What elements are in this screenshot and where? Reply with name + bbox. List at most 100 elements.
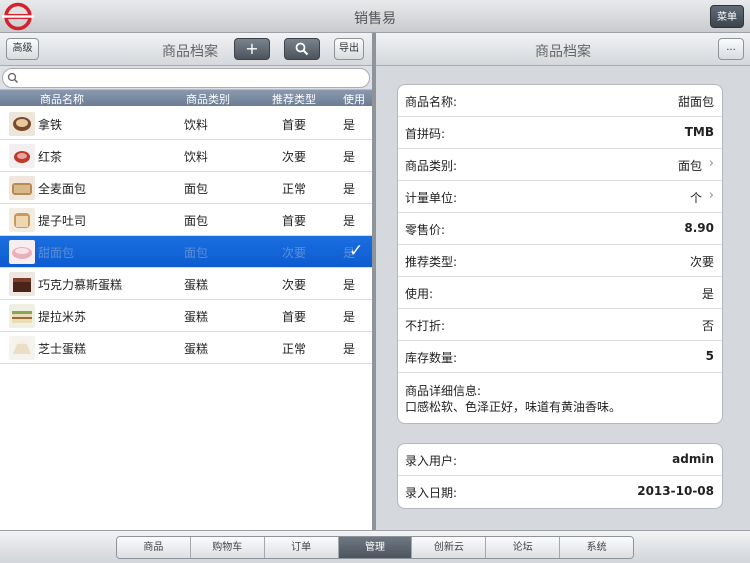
detail-title: 商品档案 (535, 44, 591, 60)
column-header-name[interactable]: 商品名称 (40, 91, 84, 107)
detail-toolbar: 商品档案 ... (376, 33, 750, 66)
product-name: 甜面包 (38, 246, 75, 260)
field-value: 甜面包 (677, 95, 714, 109)
field-label: 商品详细信息: (405, 384, 482, 398)
field-no-discount[interactable]: 不打折: 否 (398, 309, 722, 341)
field-price[interactable]: 零售价: 8.90 (398, 213, 722, 245)
product-list-pane: 高级 商品档案 + 导出 商品名称 商品类别 推荐类型 使用 拿铁 饮料 首要 (0, 33, 372, 530)
app-title: 销售易 (354, 11, 396, 27)
black-tea-thumbnail-icon (9, 144, 35, 168)
wholewheat-bread-thumbnail-icon (9, 176, 35, 200)
advanced-button[interactable]: 高级 (6, 38, 39, 60)
column-header-use[interactable]: 使用 (343, 91, 365, 107)
table-row[interactable]: 提拉米苏 蛋糕 首要 是 (0, 300, 372, 332)
raisin-toast-thumbnail-icon (9, 208, 35, 232)
field-entry-date: 录入日期: 2013-10-08 (398, 476, 722, 508)
chevron-right-icon: › (708, 188, 714, 203)
field-category[interactable]: 商品类别: 面包 › (398, 149, 722, 181)
field-value: 是 (701, 287, 714, 301)
field-label: 商品类别: (405, 159, 458, 173)
field-value: 8.90 (684, 221, 714, 235)
field-pinyin[interactable]: 首拼码: TMB (398, 117, 722, 149)
product-category: 饮料 (184, 118, 209, 132)
field-label: 录入日期: (405, 486, 458, 500)
table-row[interactable]: 拿铁 饮料 首要 是 (0, 108, 372, 140)
field-label: 录入用户: (405, 454, 458, 468)
search-input[interactable] (21, 70, 361, 86)
product-name: 芝士蛋糕 (38, 342, 87, 356)
column-header-recommend[interactable]: 推荐类型 (272, 91, 316, 107)
latte-thumbnail-icon (9, 112, 35, 136)
product-name: 提拉米苏 (38, 310, 87, 324)
table-row-selected[interactable]: 甜面包 面包 次要 是 ✓ (0, 236, 372, 268)
field-value: 个 (689, 191, 702, 205)
product-recommend: 正常 (282, 342, 307, 356)
table-row[interactable]: 芝士蛋糕 蛋糕 正常 是 (0, 332, 372, 364)
search-field[interactable] (2, 68, 370, 88)
product-category: 面包 (184, 246, 209, 260)
product-name: 全麦面包 (38, 182, 87, 196)
field-value: admin (672, 452, 714, 466)
tab-management[interactable]: 管理 (338, 537, 413, 558)
product-recommend: 首要 (282, 118, 307, 132)
table-row[interactable]: 巧克力慕斯蛋糕 蛋糕 次要 是 (0, 268, 372, 300)
product-use: 是 (343, 310, 355, 324)
product-use: 是 (343, 214, 355, 228)
tab-system[interactable]: 系统 (560, 537, 633, 558)
field-stock[interactable]: 库存数量: 5 (398, 341, 722, 373)
product-category: 面包 (184, 182, 209, 196)
add-button[interactable]: + (234, 38, 270, 60)
table-header: 商品名称 商品类别 推荐类型 使用 (0, 90, 372, 106)
tiramisu-thumbnail-icon (9, 304, 35, 328)
list-title: 商品档案 (162, 44, 218, 60)
tab-innovation-cloud[interactable]: 创新云 (412, 537, 487, 558)
chevron-right-icon: › (708, 156, 714, 171)
list-toolbar: 高级 商品档案 + 导出 (0, 33, 372, 66)
field-label: 不打折: (405, 319, 446, 333)
product-use: 是 (343, 118, 355, 132)
field-name[interactable]: 商品名称: 甜面包 (398, 85, 722, 117)
table-row[interactable]: 红茶 饮料 次要 是 (0, 140, 372, 172)
product-name: 提子吐司 (38, 214, 87, 228)
field-use[interactable]: 使用: 是 (398, 277, 722, 309)
product-recommend: 次要 (282, 246, 307, 260)
product-recommend: 次要 (282, 278, 307, 292)
field-unit[interactable]: 计量单位: 个 › (398, 181, 722, 213)
product-category: 蛋糕 (184, 342, 209, 356)
field-label: 零售价: (405, 223, 446, 237)
more-button[interactable]: ... (718, 38, 744, 60)
product-category: 蛋糕 (184, 278, 209, 292)
field-label: 使用: (405, 287, 434, 301)
chocolate-mousse-thumbnail-icon (9, 272, 35, 296)
field-description[interactable]: 商品详细信息: 口感松软、色泽正好，味道有黄油香味。 (398, 373, 722, 423)
product-use: 是 (343, 342, 355, 356)
table-row[interactable]: 提子吐司 面包 首要 是 (0, 204, 372, 236)
product-category: 饮料 (184, 150, 209, 164)
column-header-category[interactable]: 商品类别 (186, 91, 230, 107)
title-bar: 销售易 菜单 (0, 0, 750, 33)
field-value: TMB (684, 125, 714, 139)
search-button[interactable] (284, 38, 320, 60)
field-label: 计量单位: (405, 191, 458, 205)
menu-button[interactable]: 菜单 (710, 5, 744, 28)
field-label: 推荐类型: (405, 255, 458, 269)
tab-orders[interactable]: 订单 (264, 537, 339, 558)
field-value: 面包 (677, 159, 702, 173)
product-use: 是 (343, 182, 355, 196)
product-recommend: 次要 (282, 150, 307, 164)
checkmark-icon: ✓ (349, 241, 364, 261)
field-value: 次要 (689, 255, 714, 269)
tab-cart[interactable]: 购物车 (190, 537, 265, 558)
export-button[interactable]: 导出 (334, 38, 364, 60)
tab-forum[interactable]: 论坛 (486, 537, 561, 558)
table-row[interactable]: 全麦面包 面包 正常 是 (0, 172, 372, 204)
product-use: 是 (343, 278, 355, 292)
search-bar (0, 66, 372, 90)
field-value: 5 (705, 349, 714, 363)
field-value: 2013-10-08 (637, 484, 714, 498)
product-category: 面包 (184, 214, 209, 228)
product-recommend: 首要 (282, 310, 307, 324)
product-recommend: 首要 (282, 214, 307, 228)
tab-products[interactable]: 商品 (117, 537, 191, 558)
field-recommend[interactable]: 推荐类型: 次要 (398, 245, 722, 277)
